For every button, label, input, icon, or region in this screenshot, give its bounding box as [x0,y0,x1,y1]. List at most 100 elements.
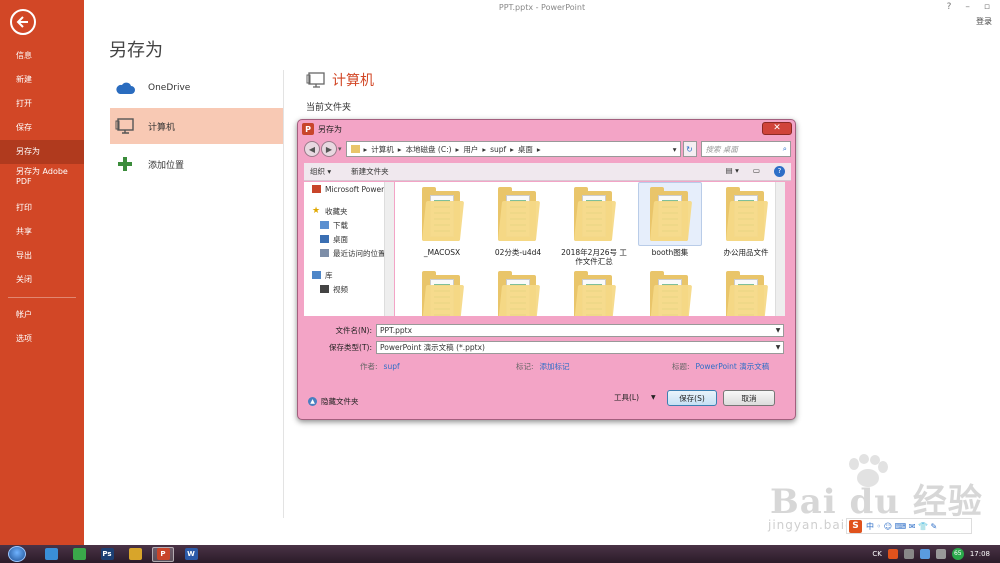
menu-item-info[interactable]: 信息 [0,44,84,68]
sogou-icon[interactable] [887,549,898,559]
window-controls: ? – ▫ [947,2,990,12]
tree-item-downloads[interactable]: 下载 [304,218,393,232]
volume-icon[interactable] [935,549,946,559]
folder-item[interactable]: booth图集 [637,182,703,257]
tree-scrollbar[interactable] [384,182,394,316]
folder-icon [725,187,769,241]
breadcrumb-item[interactable]: supf [490,145,506,154]
folder-item[interactable]: 2018年2月26号 工作文件汇总 [561,182,627,266]
tree-item-videos[interactable]: 视频 [304,282,393,296]
breadcrumb-item[interactable]: 用户 [463,144,478,155]
folder-item[interactable] [713,266,775,316]
ime-toolbar[interactable]: S 中 ◦ ☺ ⌨ ✉ 👕 ✎ [846,518,972,534]
menu-item-new[interactable]: 新建 [0,68,84,92]
place-onedrive[interactable]: OneDrive [110,70,283,106]
tree-item-recent[interactable]: 最近访问的位置 [304,246,393,260]
search-icon: ⌕ [782,144,787,153]
cancel-button[interactable]: 取消 [723,390,775,406]
start-button[interactable] [8,546,26,562]
pane-icon[interactable]: ▭ [753,166,760,177]
tree-item-libraries[interactable]: 库 [304,268,393,282]
file-list-scrollbar[interactable] [775,182,785,316]
address-row: ◀ ▶ ▾ ▸ 计算机 ▸ 本地磁盘 (C:) ▸ 用户 ▸ supf ▸ 桌面 ▸ ▾ … [304,140,791,158]
shield-icon[interactable] [919,549,930,559]
author-meta: 作者: supf [360,361,400,372]
restore-button[interactable]: ▫ [984,2,990,12]
dialog-close-button[interactable]: ✕ [762,122,792,135]
breadcrumb-item[interactable]: 本地磁盘 (C:) [406,144,452,155]
view-options-icon[interactable]: ▤ ▾ [726,166,739,177]
folder-icon [649,187,693,241]
breadcrumb-item[interactable]: 计算机 [371,144,394,155]
chevron-down-icon[interactable]: ▾ [338,145,342,153]
filename-label: 文件名(N): [335,326,373,335]
dialog-toolbar: 组织 ▾ 新建文件夹 ▤ ▾ ▭ ? [304,163,791,181]
new-folder-button[interactable]: 新建文件夹 [351,166,389,177]
help-button[interactable]: ? [947,2,952,12]
folder-item[interactable] [637,266,703,316]
forward-nav-button[interactable]: ▶ [321,141,337,157]
cloud-icon [114,78,136,98]
security-badge[interactable]: 65 [951,548,964,560]
menu-item-save-as[interactable]: 另存为 [0,140,84,164]
photoshop-icon[interactable]: Ps [96,547,118,562]
tree-item-powerpoint[interactable]: Microsoft PowerPoint [304,182,393,196]
chevron-down-icon[interactable]: ▼ [773,327,783,334]
pinwheel-icon[interactable] [40,547,62,562]
back-nav-button[interactable]: ◀ [304,141,320,157]
powerpoint-icon: P [302,123,314,135]
login-link[interactable]: 登录 [976,16,992,27]
taskbar: Ps P W CK 65 17:08 [0,545,1000,563]
hide-folders-toggle[interactable]: ▲ 隐藏文件夹 [308,396,359,407]
menu-item-close[interactable]: 关闭 [0,268,84,292]
clock[interactable]: 17:08 [970,550,990,558]
powerpoint-icon [312,185,321,193]
menu-item-options[interactable]: 选项 [0,327,84,351]
folder-item[interactable] [409,266,475,316]
menu-item-save[interactable]: 保存 [0,116,84,140]
tree-item-desktop[interactable]: 桌面 [304,232,393,246]
menu-item-save-as-pdf[interactable]: 另存为 Adobe PDF [0,164,84,196]
filename-value: PPT.pptx [380,326,413,335]
title-value[interactable]: PowerPoint 演示文稿 [696,362,770,371]
breadcrumb[interactable]: ▸ 计算机 ▸ 本地磁盘 (C:) ▸ 用户 ▸ supf ▸ 桌面 ▸ ▾ [345,141,681,157]
menu-item-account[interactable]: 帐户 [0,303,84,327]
file-type-select[interactable]: PowerPoint 演示文稿 (*.pptx) ▼ [376,341,784,354]
organize-button[interactable]: 组织 ▾ [310,166,331,177]
menu-item-export[interactable]: 导出 [0,244,84,268]
chevron-down-icon[interactable]: ▼ [773,344,783,351]
tree-item-favorites[interactable]: ★ 收藏夹 [304,204,393,218]
folder-item[interactable]: 办公用品文件 [713,182,775,257]
folder-item[interactable]: 02分类-u4d4 [485,182,551,257]
tools-dropdown[interactable]: 工具(L) ▼ [614,392,656,403]
breadcrumb-item[interactable]: 桌面 [518,144,533,155]
powerpoint-icon[interactable]: P [152,546,174,562]
menu-item-print[interactable]: 打印 [0,196,84,220]
help-icon[interactable]: ? [774,166,785,177]
menu-item-share[interactable]: 共享 [0,220,84,244]
save-button[interactable]: 保存(S) [667,390,717,406]
author-value[interactable]: supf [384,362,400,371]
ime-indicator[interactable]: CK [872,550,881,558]
menu-item-open[interactable]: 打开 [0,92,84,116]
chevron-down-icon[interactable]: ▾ [673,145,677,154]
watermark-brand: Bai du 经验 [770,482,983,522]
place-add-location[interactable]: 添加位置 [110,146,283,182]
back-button[interactable] [10,9,36,35]
search-input[interactable]: 搜索 桌面 ⌕ [700,141,791,157]
folder-icon [350,145,360,153]
minimize-button[interactable]: – [965,2,970,12]
folder-item[interactable] [485,266,551,316]
place-computer[interactable]: 计算机 [110,108,283,144]
wechat-icon[interactable] [68,547,90,562]
taskbar-app-label [44,548,58,560]
folder-item[interactable]: _MACOSX [409,182,475,257]
word-icon[interactable]: W [180,547,202,562]
tags-value[interactable]: 添加标记 [540,362,570,371]
chevron-up-icon: ▲ [308,397,317,406]
chrome-icon[interactable] [124,547,146,562]
folder-item[interactable] [561,266,627,316]
network-icon[interactable] [903,549,914,559]
filename-field[interactable]: PPT.pptx ▼ [376,324,784,337]
refresh-icon[interactable]: ↻ [682,141,697,157]
